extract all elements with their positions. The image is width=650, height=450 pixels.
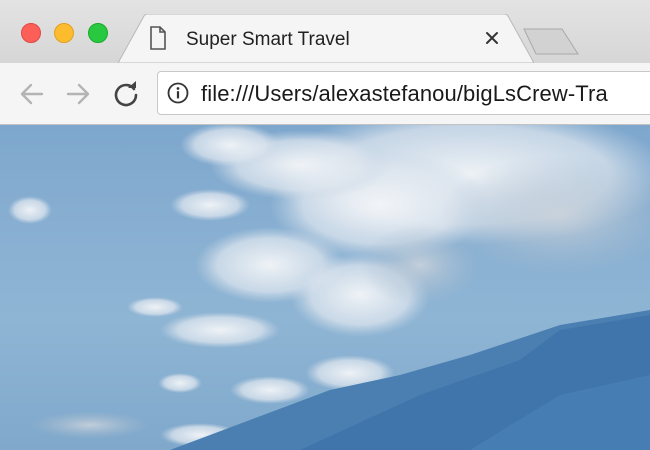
back-arrow-icon[interactable] [18, 80, 46, 108]
hero-image [0, 125, 650, 450]
info-icon[interactable] [167, 82, 189, 104]
reload-icon[interactable] [112, 80, 140, 108]
window-close-button[interactable] [21, 23, 41, 43]
sky-mountain-photo [8, 125, 650, 450]
tab-title: Super Smart Travel [186, 29, 350, 50]
page-icon [150, 26, 166, 50]
close-icon[interactable] [484, 30, 500, 46]
window-minimize-button[interactable] [54, 23, 74, 43]
url-text[interactable]: file:///Users/alexastefanou/bigLsCrew-Tr… [201, 81, 608, 107]
new-tab-button[interactable] [522, 28, 580, 56]
forward-arrow-icon[interactable] [64, 80, 92, 108]
window-maximize-button[interactable] [88, 23, 108, 43]
